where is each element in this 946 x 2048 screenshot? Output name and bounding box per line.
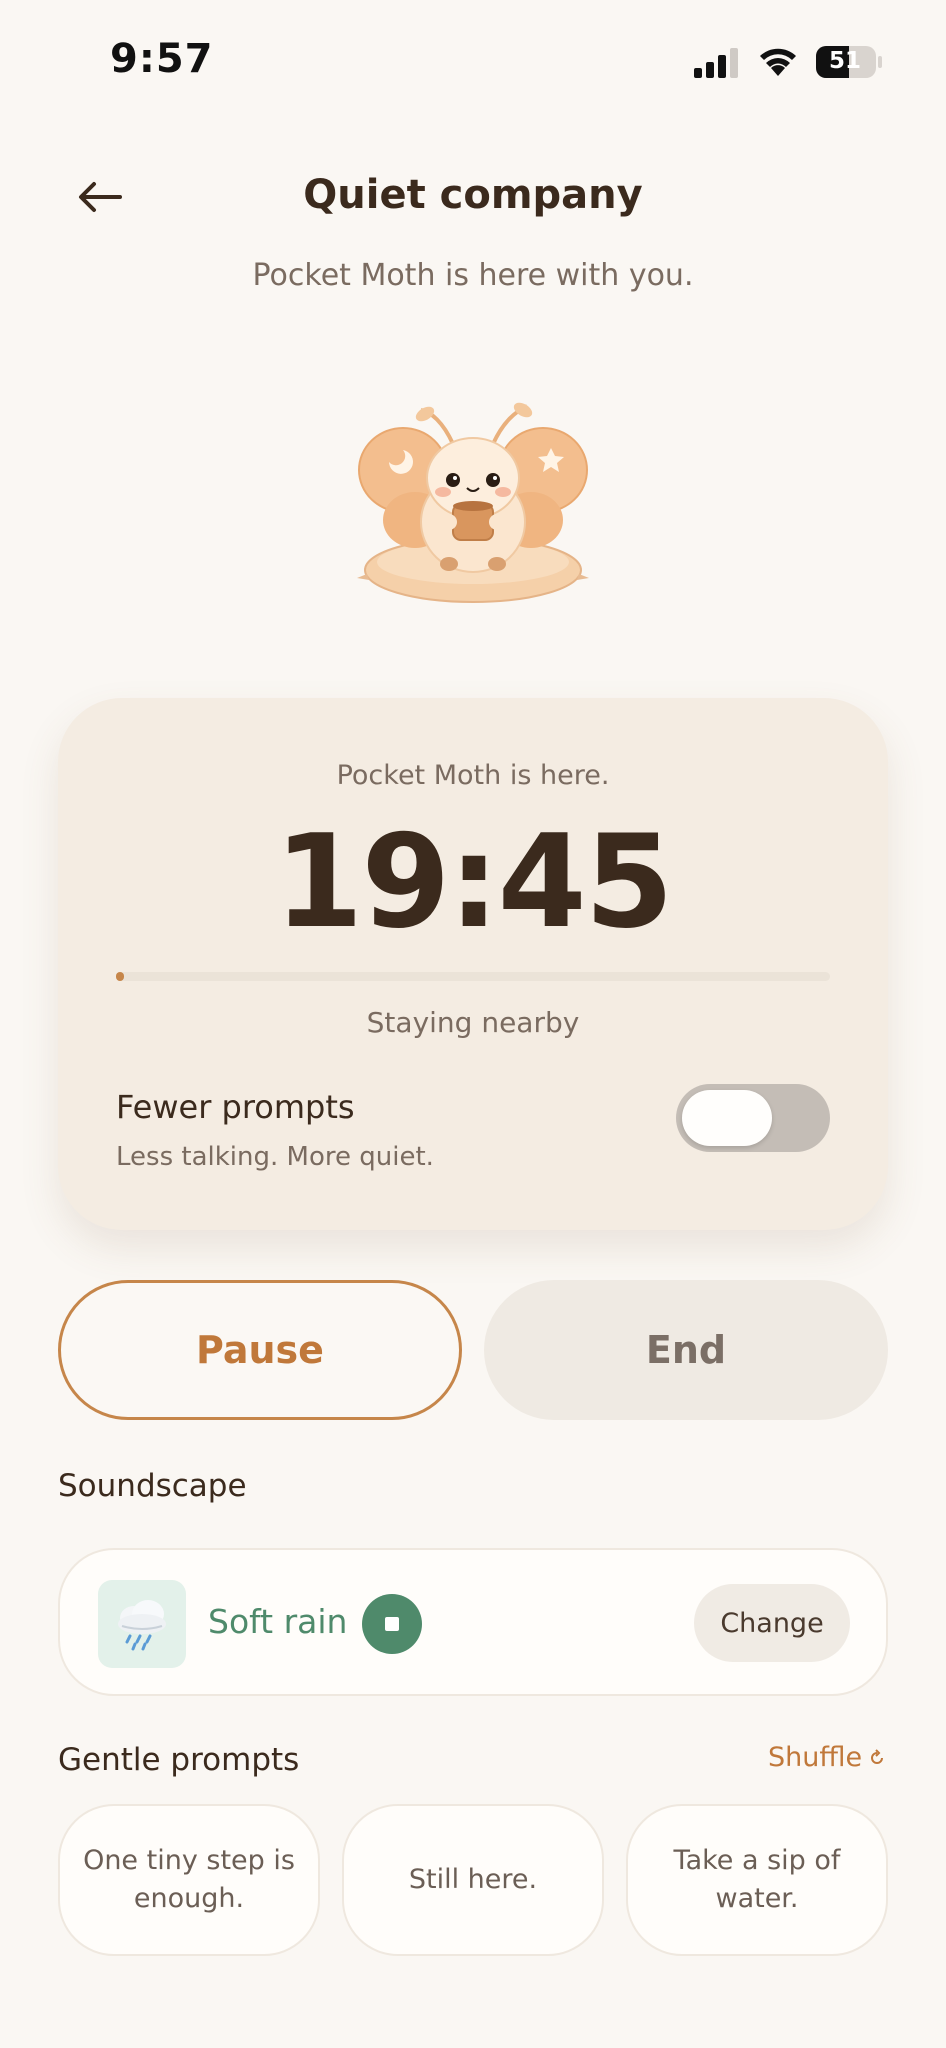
rain-cloud-icon [98, 1580, 186, 1668]
timer-card: Pocket Moth is here. 19:45 Staying nearb… [58, 698, 888, 1230]
progress-label: Staying nearby [366, 1006, 580, 1039]
cellular-signal-icon [694, 48, 738, 78]
prompt-card-1[interactable]: One tiny step is enough. [58, 1804, 320, 1956]
session-progress-fill [116, 972, 124, 981]
fewer-prompts-title: Fewer prompts [116, 1088, 355, 1126]
status-time: 9:57 [110, 36, 214, 82]
soundscape-heading: Soundscape [58, 1468, 247, 1504]
fewer-prompts-description: Less talking. More quiet. [116, 1142, 434, 1172]
page-title: Quiet company [303, 172, 643, 218]
pocket-moth-mascot [357, 402, 589, 603]
toggle-knob [682, 1090, 772, 1146]
fewer-prompts-toggle[interactable] [676, 1084, 830, 1152]
battery-level: 51 [829, 48, 862, 74]
shuffle-button[interactable]: Shuffle [768, 1742, 886, 1773]
pause-button[interactable]: Pause [58, 1280, 462, 1420]
soundscape-card: Soft rain Change [58, 1548, 888, 1696]
status-bar: 9:57 51 [0, 0, 946, 120]
timer-caption: Pocket Moth is here. [336, 760, 610, 791]
session-progress-bar [116, 972, 830, 981]
soundscape-name: Soft rain [208, 1602, 348, 1641]
stop-icon [385, 1617, 399, 1631]
change-soundscape-button[interactable]: Change [694, 1584, 850, 1662]
shuffle-label: Shuffle [768, 1742, 863, 1773]
wifi-icon [760, 48, 796, 76]
refresh-icon [871, 1748, 884, 1764]
end-button[interactable]: End [484, 1280, 888, 1420]
prompt-card-3[interactable]: Take a sip of water. [626, 1804, 888, 1956]
stop-sound-button[interactable] [362, 1594, 422, 1654]
quiet-company-screen: 9:57 51 Quiet company Pocket Moth is her… [0, 0, 946, 2048]
timer-display: 19:45 [274, 808, 673, 957]
gentle-prompts-heading: Gentle prompts [58, 1742, 300, 1778]
battery-indicator: 51 [815, 45, 883, 79]
prompt-card-2[interactable]: Still here. [342, 1804, 604, 1956]
page-subtitle: Pocket Moth is here with you. [252, 258, 694, 293]
